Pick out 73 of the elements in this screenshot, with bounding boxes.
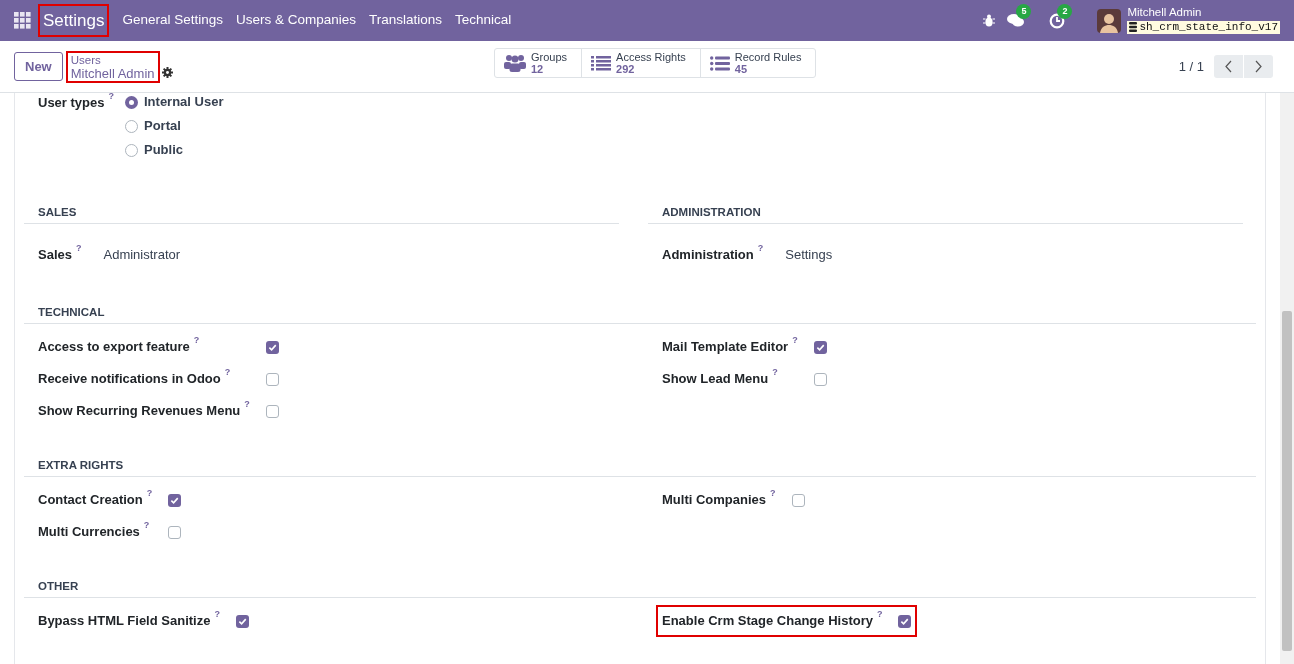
help-mark[interactable]: ? [772, 368, 778, 378]
checkbox[interactable] [265, 340, 279, 354]
field-label: Multi Companies [662, 491, 766, 510]
checkbox[interactable] [791, 493, 805, 507]
help-mark[interactable]: ? [757, 244, 764, 254]
field-label: Bypass HTML Field Sanitize [38, 612, 211, 631]
list-icon [709, 55, 730, 71]
field-label: Administration [662, 246, 754, 265]
people-icon [504, 54, 526, 72]
new-button[interactable]: New [14, 52, 63, 81]
field-label: Sales [38, 246, 72, 265]
checkbox[interactable] [898, 614, 912, 628]
radio-label: Portal [144, 117, 181, 136]
count-badge: 2 [1057, 3, 1073, 19]
menu-item[interactable]: Users & Companies [236, 10, 357, 31]
field-label: Contact Creation [38, 491, 143, 510]
section-heading: OTHER [37, 579, 80, 594]
field-value: Settings [785, 246, 833, 265]
gear-icon[interactable] [161, 67, 173, 78]
radio-button[interactable] [125, 95, 138, 109]
user-name: Mitchell Admin [1127, 7, 1203, 19]
scrollbar[interactable] [1280, 93, 1294, 664]
help-mark[interactable]: ? [770, 489, 776, 499]
checkbox[interactable] [168, 493, 182, 507]
checkbox[interactable] [813, 372, 827, 386]
help-mark[interactable]: ? [193, 336, 200, 346]
pager-value: 1 / 1 [1178, 57, 1204, 76]
stat-button[interactable]: Record Rules 45 [699, 49, 816, 77]
field-label: Enable Crm Stage Change History [662, 612, 873, 631]
checkbox[interactable] [168, 525, 182, 539]
database-icon [1129, 22, 1138, 33]
list-icon [591, 55, 612, 71]
field-label: Mail Template Editor [662, 338, 789, 357]
help-mark[interactable]: ? [214, 610, 220, 620]
help-mark[interactable]: ? [146, 489, 153, 499]
help-mark[interactable]: ? [143, 521, 150, 531]
count-badge: 5 [1016, 4, 1032, 19]
section-heading: TECHNICAL [37, 305, 106, 320]
radio-label: Public [144, 141, 183, 160]
stat-button[interactable]: Groups 12 [495, 49, 582, 77]
stat-button[interactable]: Access Rights 292 [581, 49, 700, 77]
field-label: Show Recurring Revenues Menu [38, 402, 241, 421]
apps-grid-icon[interactable] [14, 12, 31, 29]
field-label: Access to export feature [38, 338, 190, 357]
menu-item[interactable]: Technical [455, 10, 512, 31]
field-label: Show Lead Menu [662, 370, 769, 389]
help-mark[interactable]: ? [76, 244, 82, 254]
checkbox[interactable] [235, 614, 249, 628]
help-mark[interactable]: ? [108, 93, 114, 101]
field-label: Receive notifications in Odoo [38, 370, 221, 389]
help-mark[interactable]: ? [792, 336, 798, 346]
field-label: Multi Currencies [38, 523, 140, 542]
help-mark[interactable]: ? [224, 368, 231, 378]
field-label: User types [38, 94, 105, 112]
section-heading: ADMINISTRATION [661, 205, 762, 220]
section-heading: SALES [37, 205, 78, 220]
checkbox[interactable] [813, 340, 827, 354]
checkbox[interactable] [265, 404, 279, 418]
checkbox[interactable] [265, 372, 279, 386]
radio-label: Internal User [144, 93, 224, 112]
app-title[interactable]: Settings [38, 3, 110, 38]
avatar-icon[interactable] [1097, 8, 1122, 33]
help-mark[interactable]: ? [876, 610, 883, 620]
record-title: Mitchell Admin [70, 66, 155, 81]
bug-icon[interactable] [983, 14, 996, 27]
breadcrumb-link[interactable]: Users [70, 52, 155, 67]
menu-item[interactable]: Translations [369, 10, 443, 31]
help-mark[interactable]: ? [244, 400, 250, 410]
section-heading: EXTRA RIGHTS [37, 458, 125, 473]
menu-item[interactable]: General Settings [122, 10, 223, 31]
field-value: Administrator [103, 246, 181, 265]
database-name: sh_crm_state_info_v17 [1139, 21, 1278, 33]
clock-icon[interactable] [1049, 12, 1066, 29]
